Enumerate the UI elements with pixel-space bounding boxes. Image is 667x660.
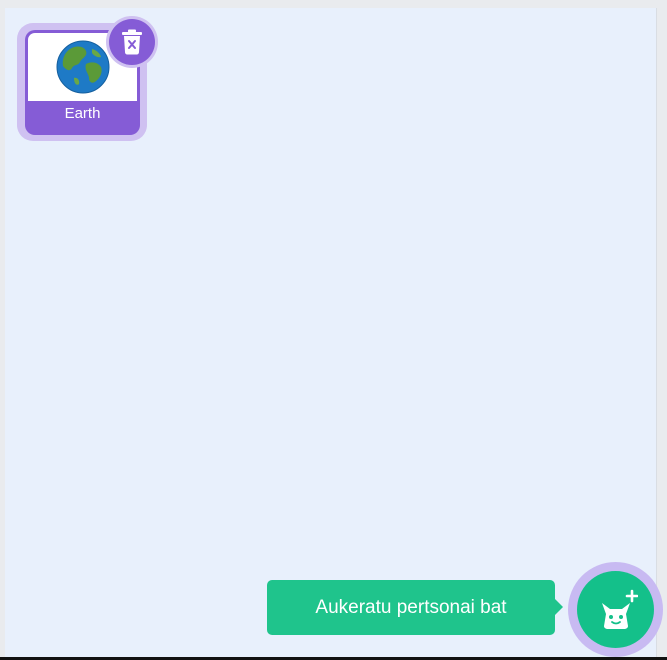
cat-plus-icon	[601, 589, 638, 629]
delete-sprite-button[interactable]	[109, 19, 155, 65]
tooltip-arrow	[554, 598, 563, 616]
sprite-pane: Earth Aukeratu pertsonai bat	[5, 8, 663, 657]
add-sprite-tooltip: Aukeratu pertsonai bat	[267, 580, 555, 635]
earth-globe-icon	[56, 40, 109, 94]
sprite-name-label: Earth	[64, 105, 101, 122]
add-sprite-button[interactable]	[577, 571, 654, 648]
trash-icon	[122, 29, 142, 55]
